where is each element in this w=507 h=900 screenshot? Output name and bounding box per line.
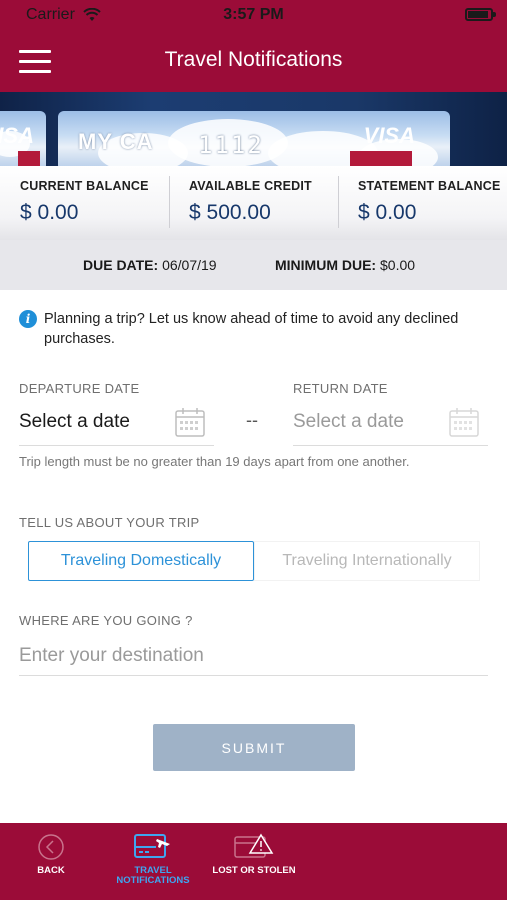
minimum-due-label: MINIMUM DUE:: [275, 257, 377, 273]
traveling-internationally-option[interactable]: Traveling Internationally: [254, 541, 480, 581]
trip-info-message: i Planning a trip? Let us know ahead of …: [19, 309, 489, 349]
tab-back[interactable]: BACK: [12, 823, 90, 900]
card-brand-logo: VISA: [0, 123, 34, 148]
due-date-value: 06/07/19: [162, 257, 217, 273]
info-icon: i: [19, 310, 37, 328]
destination-input[interactable]: [19, 636, 488, 676]
tab-back-label: BACK: [37, 865, 65, 876]
page-title: Travel Notifications: [164, 48, 343, 71]
travel-card-icon: [134, 833, 172, 864]
tab-lost-or-stolen-label: LOST OR STOLEN: [212, 865, 296, 876]
statement-balance-value: $ 0.00: [358, 201, 417, 224]
card-number: 1112: [198, 131, 264, 159]
due-bar: DUE DATE: 06/07/19 MINIMUM DUE: $0.00: [0, 240, 507, 290]
card-name: MY CA: [78, 129, 154, 154]
departure-date-value: Select a date: [19, 411, 130, 432]
due-date-label: DUE DATE:: [83, 257, 159, 273]
battery-icon: [465, 8, 496, 21]
trip-type-label: TELL US ABOUT YOUR TRIP: [19, 515, 200, 530]
card-red-strip: [18, 151, 40, 166]
tab-travel-notifications[interactable]: TRAVEL NOTIFICATIONS: [110, 823, 196, 900]
card-red-strip: [350, 151, 412, 166]
current-balance: CURRENT BALANCE $ 0.00: [0, 166, 169, 240]
traveling-domestically-option[interactable]: Traveling Domestically: [28, 541, 254, 581]
status-bar: Carrier 3:57 PM: [0, 0, 507, 30]
tab-travel-notifications-label: TRAVEL NOTIFICATIONS: [116, 865, 190, 886]
card-previous[interactable]: VISA: [0, 111, 46, 166]
bottom-tab-bar: BACK TRAVEL NOTIFICATIONS LOST OR STOLEN: [0, 823, 507, 900]
lost-card-warning-icon: [234, 833, 274, 864]
available-credit-value: $ 500.00: [189, 201, 271, 224]
departure-date-label: DEPARTURE DATE: [19, 381, 140, 396]
trip-length-hint: Trip length must be no greater than 19 d…: [19, 454, 410, 469]
available-credit: AVAILABLE CREDIT $ 500.00: [169, 166, 338, 240]
statement-balance: STATEMENT BALANCE $ 0.00: [338, 166, 507, 240]
trip-type-segmented-control: Traveling Domestically Traveling Interna…: [28, 541, 480, 581]
date-separator: --: [246, 410, 258, 430]
available-credit-label: AVAILABLE CREDIT: [189, 179, 312, 193]
status-time: 3:57 PM: [223, 6, 284, 23]
nav-bar: Travel Notifications: [0, 30, 507, 92]
back-icon: [37, 833, 65, 866]
card-carousel[interactable]: VISA MY CA 1112 VISA: [0, 92, 507, 166]
card-brand-logo: VISA: [363, 123, 415, 148]
return-date-label: RETURN DATE: [293, 381, 388, 396]
calendar-icon[interactable]: [174, 406, 206, 443]
return-date-value: Select a date: [293, 411, 404, 432]
destination-label: WHERE ARE YOU GOING ?: [19, 613, 193, 628]
app-header: Carrier 3:57 PM Travel Notifications: [0, 0, 507, 92]
statement-balance-label: STATEMENT BALANCE: [358, 179, 501, 193]
calendar-icon[interactable]: [448, 406, 480, 443]
tab-lost-or-stolen[interactable]: LOST OR STOLEN: [205, 823, 303, 900]
submit-button[interactable]: SUBMIT: [153, 724, 355, 771]
info-text: Planning a trip? Let us know ahead of ti…: [44, 311, 459, 347]
minimum-due-value: $0.00: [380, 257, 416, 273]
current-balance-label: CURRENT BALANCE: [20, 179, 149, 193]
departure-date-field[interactable]: Select a date: [19, 406, 214, 446]
current-balance-value: $ 0.00: [20, 201, 79, 224]
balance-summary: CURRENT BALANCE $ 0.00 AVAILABLE CREDIT …: [0, 166, 507, 240]
minimum-due: MINIMUM DUE: $0.00: [275, 257, 415, 273]
card-current[interactable]: MY CA 1112 VISA: [58, 111, 450, 166]
due-date: DUE DATE: 06/07/19: [83, 257, 217, 273]
return-date-field[interactable]: Select a date: [293, 406, 488, 446]
